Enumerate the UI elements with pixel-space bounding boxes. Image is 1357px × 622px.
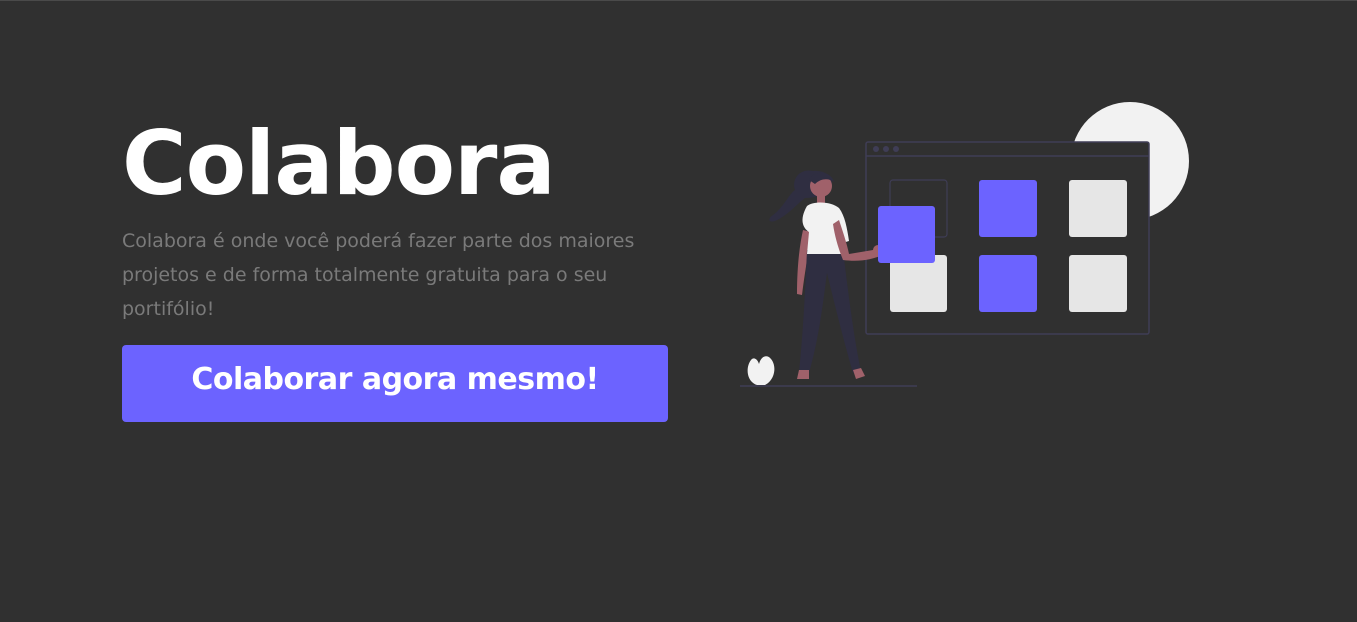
window-dot-icon [883, 146, 889, 152]
collaborate-now-button[interactable]: Colaborar agora mesmo! [122, 345, 668, 422]
tile-accent [979, 255, 1037, 312]
person-legs [799, 250, 861, 373]
tile-being-placed [878, 206, 935, 263]
top-border [0, 0, 1357, 1]
tile-light [890, 255, 947, 312]
person-arranging-grid-illustration [740, 102, 1189, 387]
hero-description: Colabora é onde você poderá fazer parte … [122, 230, 635, 320]
tile-light [1069, 180, 1127, 237]
tile-light [1069, 255, 1127, 312]
plant-icon [747, 356, 775, 385]
tile-accent [979, 180, 1037, 237]
person-shoe [797, 370, 809, 379]
window-dot-icon [893, 146, 899, 152]
hero-title: Colabora [122, 112, 556, 215]
hero-section: Colabora Colabora é onde você poderá faz… [122, 112, 682, 326]
person-shoe [853, 368, 865, 379]
window-dot-icon [873, 146, 879, 152]
